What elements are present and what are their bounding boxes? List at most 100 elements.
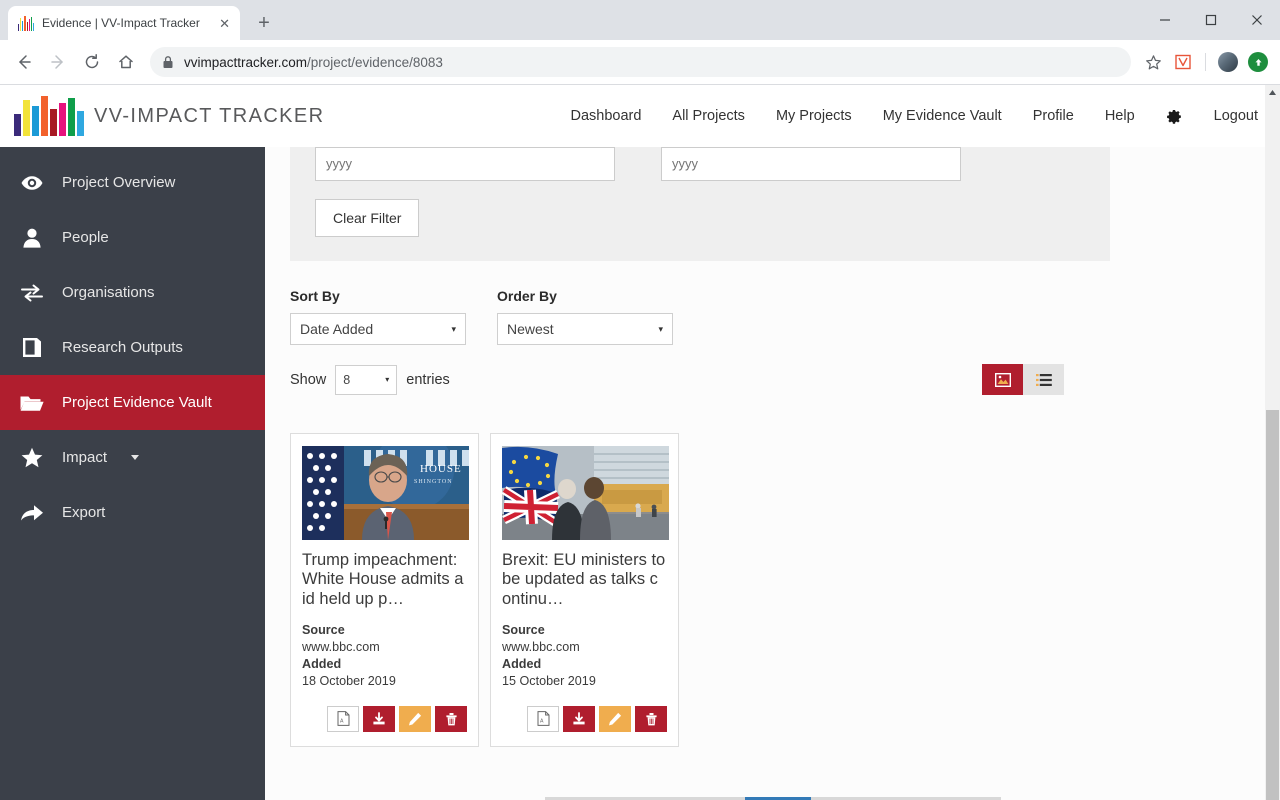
star-icon[interactable] [1139, 48, 1167, 76]
nav-profile[interactable]: Profile [1033, 108, 1074, 124]
sort-by-value: Date Added [300, 321, 374, 337]
grid-view-button[interactable] [982, 364, 1023, 395]
nav-help[interactable]: Help [1105, 108, 1135, 124]
order-by-group: Order By Newest ▾ [497, 288, 673, 345]
entries-select[interactable]: 8 ▾ [335, 364, 398, 395]
sidebar: Project Overview People Organisations Re… [0, 147, 287, 800]
svg-text:HOUSE: HOUSE [420, 463, 462, 475]
filter-year-row [315, 147, 1085, 181]
filter-panel: Clear Filter [290, 147, 1110, 261]
view-toggle-group [982, 364, 1064, 395]
chevron-down-icon [131, 455, 140, 460]
list-view-button[interactable] [1023, 364, 1064, 395]
page-viewport: VV-IMPACT TRACKER Dashboard All Projects… [0, 85, 1280, 800]
delete-button[interactable] [435, 705, 467, 732]
evidence-title: Trump impeachment: White House admits ai… [302, 551, 464, 608]
sidebar-item-project-overview[interactable]: Project Overview [0, 155, 265, 210]
star-icon [20, 447, 44, 468]
maximize-icon[interactable] [1188, 0, 1234, 40]
pagination[interactable] [265, 795, 1280, 800]
gear-icon[interactable] [1166, 108, 1183, 125]
extension-icon[interactable] [1169, 48, 1197, 76]
card-action-bar: A [502, 690, 667, 732]
eu-uk-flags-photo [502, 446, 669, 540]
added-value: 15 October 2019 [502, 673, 596, 688]
sidebar-item-research-outputs[interactable]: Research Outputs [0, 320, 265, 375]
tab-strip: Evidence | VV-Impact Tracker ✕ + [0, 0, 1280, 40]
scrollbar-thumb[interactable] [1266, 410, 1279, 800]
reload-icon[interactable] [76, 46, 108, 78]
view-pdf-button[interactable]: A [527, 705, 559, 732]
year-to-input[interactable] [661, 147, 961, 181]
sidebar-item-people[interactable]: People [0, 210, 265, 265]
back-icon[interactable] [8, 46, 40, 78]
sidebar-item-impact[interactable]: Impact [0, 430, 265, 485]
chevron-down-icon: ▾ [658, 323, 663, 334]
sidebar-item-label: Export [62, 504, 106, 521]
source-label: Source [302, 622, 345, 637]
browser-window: Evidence | VV-Impact Tracker ✕ + vvimpac… [0, 0, 1280, 800]
sidebar-item-label: People [62, 229, 109, 246]
view-pdf-button[interactable]: A [327, 705, 359, 732]
chevron-down-icon: ▾ [385, 375, 390, 384]
sidebar-item-project-evidence-vault[interactable]: Project Evidence Vault [0, 375, 287, 430]
edit-button[interactable] [399, 705, 431, 732]
sort-by-select[interactable]: Date Added ▾ [290, 313, 466, 345]
close-icon[interactable] [1234, 0, 1280, 40]
evidence-card[interactable]: HOUSE SHINGTON Trump impeachment: White … [290, 433, 479, 747]
sidebar-item-label: Project Overview [62, 174, 176, 191]
card-action-bar: A [302, 690, 467, 732]
entries-label: entries [406, 371, 450, 388]
page-scrollbar[interactable] [1265, 85, 1280, 800]
lock-icon [162, 55, 174, 69]
svg-text:SHINGTON: SHINGTON [414, 479, 453, 485]
filter-year-from-field [315, 147, 615, 181]
minimize-icon[interactable] [1142, 0, 1188, 40]
forward-icon[interactable] [42, 46, 74, 78]
order-by-label: Order By [497, 288, 557, 304]
svg-text:A: A [540, 719, 544, 725]
clear-filter-button[interactable]: Clear Filter [315, 199, 420, 237]
content-area: Clear Filter Sort By Date Added ▾ Ord [265, 147, 1280, 800]
press-briefing-photo: HOUSE SHINGTON [302, 446, 469, 540]
sidebar-item-organisations[interactable]: Organisations [0, 265, 265, 320]
browser-tab[interactable]: Evidence | VV-Impact Tracker ✕ [8, 6, 240, 40]
nav-my-projects[interactable]: My Projects [776, 108, 852, 124]
home-icon[interactable] [110, 46, 142, 78]
nav-logout[interactable]: Logout [1214, 108, 1258, 124]
browser-toolbar: vvimpacttracker.com/project/evidence/808… [0, 40, 1280, 85]
page-body: Project Overview People Organisations Re… [0, 147, 1280, 800]
added-value: 18 October 2019 [302, 673, 396, 688]
delete-button[interactable] [635, 705, 667, 732]
evidence-meta: Source www.bbc.com Added 18 October 2019 [302, 622, 467, 690]
nav-all-projects[interactable]: All Projects [672, 108, 745, 124]
download-button[interactable] [563, 705, 595, 732]
tab-close-icon[interactable]: ✕ [219, 17, 230, 30]
book-icon [20, 337, 44, 358]
scroll-up-arrow-icon[interactable] [1265, 85, 1280, 100]
vv-logo-bars-icon [14, 96, 84, 136]
avatar-icon[interactable] [1214, 48, 1242, 76]
edit-button[interactable] [599, 705, 631, 732]
site-logo[interactable]: VV-IMPACT TRACKER [14, 96, 325, 136]
download-button[interactable] [363, 705, 395, 732]
order-by-select[interactable]: Newest ▾ [497, 313, 673, 345]
sort-by-label: Sort By [290, 288, 340, 304]
year-from-input[interactable] [315, 147, 615, 181]
person-icon [20, 228, 44, 248]
main-navigation: Dashboard All Projects My Projects My Ev… [570, 108, 1258, 125]
address-bar[interactable]: vvimpacttracker.com/project/evidence/808… [150, 47, 1131, 77]
nav-my-evidence-vault[interactable]: My Evidence Vault [883, 108, 1002, 124]
sidebar-item-export[interactable]: Export [0, 485, 265, 540]
eye-icon [20, 175, 44, 191]
evidence-card[interactable]: Brexit: EU ministers to be updated as ta… [490, 433, 679, 747]
nav-dashboard[interactable]: Dashboard [570, 108, 641, 124]
new-tab-button[interactable]: + [250, 9, 278, 37]
filter-year-to-field [661, 147, 961, 181]
evidence-card-grid: HOUSE SHINGTON Trump impeachment: White … [290, 433, 1255, 747]
entries-value: 8 [343, 372, 351, 387]
sort-by-group: Sort By Date Added ▾ [290, 288, 466, 345]
update-available-icon[interactable] [1244, 48, 1272, 76]
sidebar-item-label: Project Evidence Vault [62, 394, 212, 411]
brand-title: VV-IMPACT TRACKER [94, 104, 325, 127]
